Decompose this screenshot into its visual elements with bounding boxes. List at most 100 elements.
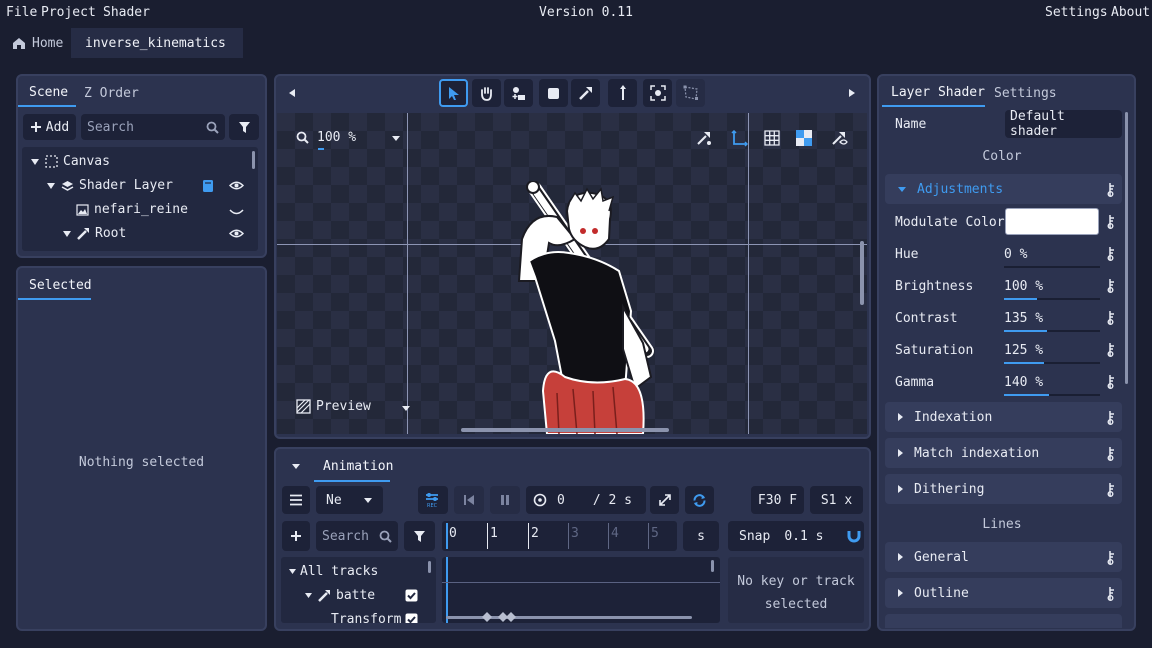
- key-icon[interactable]: [1107, 246, 1115, 261]
- scene-filter-button[interactable]: [229, 114, 259, 140]
- key-icon[interactable]: [1107, 482, 1115, 497]
- select-tool-button[interactable]: [439, 79, 468, 107]
- current-time-field[interactable]: 0 / 2 s: [526, 486, 646, 514]
- tab-zorder[interactable]: Z Order: [84, 86, 139, 101]
- menu-about[interactable]: About: [1111, 5, 1150, 20]
- menu-project[interactable]: Project: [41, 5, 96, 20]
- scroll-right-icon[interactable]: [848, 88, 856, 98]
- tab-animation[interactable]: Animation: [323, 459, 393, 474]
- chevron-down-icon[interactable]: [391, 135, 401, 142]
- key-icon[interactable]: [1107, 550, 1115, 565]
- tab-scene[interactable]: Scene: [29, 85, 68, 100]
- magnet-icon[interactable]: [847, 529, 861, 543]
- zoom-control[interactable]: 100 %: [296, 130, 356, 145]
- checker-background-icon[interactable]: [796, 130, 812, 146]
- scene-tree-scrollbar[interactable]: [252, 151, 255, 169]
- key-icon[interactable]: [1107, 446, 1115, 461]
- keyframe-diamond-icon[interactable]: [506, 612, 516, 622]
- menu-shader[interactable]: Shader: [103, 5, 150, 20]
- key-icon[interactable]: [1107, 214, 1115, 229]
- playhead-marker[interactable]: [446, 523, 448, 549]
- section-indexation[interactable]: Indexation: [885, 402, 1122, 432]
- viewport-scrollbar-horizontal[interactable]: [461, 428, 669, 432]
- key-icon[interactable]: [1107, 342, 1115, 357]
- animation-menu-button[interactable]: [282, 486, 310, 514]
- gamma-slider[interactable]: [1004, 394, 1100, 396]
- axes-gizmo-icon[interactable]: [731, 130, 748, 147]
- loop-button[interactable]: [685, 486, 714, 514]
- checkbox-checked-icon[interactable]: [405, 589, 418, 602]
- tab-layer-shader[interactable]: Layer Shader: [891, 85, 985, 100]
- onion-skin-icon[interactable]: [696, 130, 712, 146]
- hue-slider[interactable]: [1004, 266, 1100, 268]
- section-match-indexation[interactable]: Match indexation: [885, 438, 1122, 468]
- menu-file[interactable]: File: [6, 5, 37, 20]
- track-transform[interactable]: Transform: [331, 612, 401, 623]
- gamma-value[interactable]: 140 %: [1004, 375, 1043, 390]
- visibility-eye-icon[interactable]: [229, 180, 244, 191]
- track-search-input[interactable]: Search: [316, 521, 398, 551]
- scroll-left-icon[interactable]: [288, 88, 296, 98]
- time-unit-button[interactable]: s: [683, 521, 719, 551]
- speed-field[interactable]: S1 x: [810, 486, 863, 514]
- visibility-hidden-icon[interactable]: [229, 208, 244, 216]
- canvas-viewport[interactable]: [277, 113, 867, 434]
- tab-selected[interactable]: Selected: [29, 278, 92, 293]
- section-outline[interactable]: Outline: [885, 578, 1122, 608]
- collapse-chevron-icon[interactable]: [291, 463, 301, 470]
- track-batte[interactable]: batte: [304, 588, 375, 603]
- grid-icon[interactable]: [764, 130, 780, 146]
- saturation-slider[interactable]: [1004, 362, 1100, 364]
- tree-item-nefari-reine[interactable]: nefari_reine: [76, 202, 188, 217]
- mesh-tool-button[interactable]: [676, 79, 705, 107]
- brightness-slider[interactable]: [1004, 298, 1100, 300]
- add-node-button[interactable]: Add: [23, 114, 76, 140]
- snap-field[interactable]: Snap 0.1 s: [728, 521, 864, 551]
- tab-home[interactable]: Home: [4, 28, 71, 58]
- shader-name-field[interactable]: Default shader: [1005, 109, 1122, 139]
- pin-tool-button[interactable]: [608, 79, 637, 107]
- contrast-slider[interactable]: [1004, 330, 1100, 332]
- tab-shader-settings[interactable]: Settings: [994, 86, 1057, 101]
- bone-visibility-icon[interactable]: [831, 130, 848, 146]
- expand-timeline-button[interactable]: [650, 486, 679, 514]
- keyframe-diamond-icon[interactable]: [482, 612, 492, 622]
- track-list-scrollbar[interactable]: [428, 561, 431, 573]
- tree-item-root[interactable]: Root: [62, 226, 126, 241]
- script-icon[interactable]: [202, 179, 214, 193]
- visibility-eye-icon[interactable]: [229, 228, 244, 239]
- key-icon[interactable]: [1107, 278, 1115, 293]
- menu-settings[interactable]: Settings: [1045, 5, 1108, 20]
- key-icon[interactable]: [1107, 310, 1115, 325]
- key-icon[interactable]: [1107, 586, 1115, 601]
- timeline-ruler[interactable]: [442, 521, 677, 551]
- bone-draw-tool-button[interactable]: [571, 79, 600, 107]
- contrast-value[interactable]: 135 %: [1004, 311, 1043, 326]
- shape-tool-button[interactable]: [539, 79, 568, 107]
- tree-item-shader-layer[interactable]: Shader Layer: [46, 178, 173, 193]
- section-general[interactable]: General: [885, 542, 1122, 572]
- shader-panel-scrollbar[interactable]: [1125, 112, 1128, 384]
- preview-dropdown[interactable]: Preview: [296, 399, 371, 414]
- section-dithering[interactable]: Dithering: [885, 474, 1122, 504]
- chevron-down-icon[interactable]: [401, 405, 411, 412]
- bone-tool-button[interactable]: [504, 79, 533, 107]
- key-icon[interactable]: [1107, 374, 1115, 389]
- section-adjustments[interactable]: Adjustments: [885, 174, 1122, 204]
- camera-tool-button[interactable]: [643, 79, 672, 107]
- animation-mode-select[interactable]: Ne: [316, 486, 383, 514]
- brightness-value[interactable]: 100 %: [1004, 279, 1043, 294]
- skip-start-button[interactable]: [454, 486, 484, 514]
- track-filter-button[interactable]: [404, 521, 435, 551]
- pause-button[interactable]: [490, 486, 520, 514]
- fps-field[interactable]: F30 F: [751, 486, 804, 514]
- modulate-color-swatch[interactable]: [1005, 208, 1099, 235]
- keyframe-scrollbar[interactable]: [711, 560, 714, 572]
- tree-item-canvas[interactable]: Canvas: [30, 154, 110, 169]
- track-all-tracks[interactable]: All tracks: [288, 564, 378, 579]
- checkbox-checked-icon[interactable]: [405, 613, 418, 623]
- add-track-button[interactable]: [282, 521, 310, 551]
- record-button[interactable]: REC: [418, 486, 448, 514]
- tab-document[interactable]: inverse_kinematics: [71, 28, 243, 58]
- scene-search-input[interactable]: Search: [81, 114, 225, 140]
